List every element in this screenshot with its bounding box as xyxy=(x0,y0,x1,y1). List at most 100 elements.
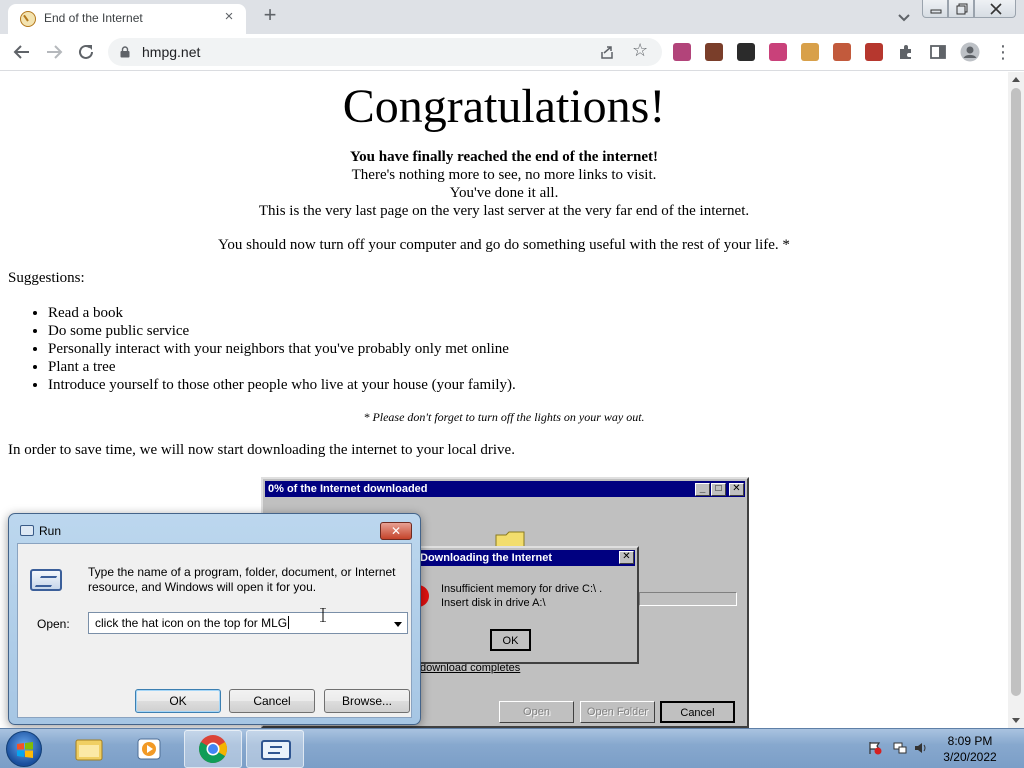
download-open-folder-button[interactable]: Open Folder xyxy=(580,701,655,723)
extension-portrait-1-icon[interactable] xyxy=(673,43,691,61)
taskbar-run[interactable] xyxy=(246,730,304,768)
close-icon xyxy=(990,3,1002,15)
start-button[interactable] xyxy=(6,731,42,767)
volume-icon[interactable] xyxy=(914,741,928,755)
download-maximize-button[interactable]: □ xyxy=(711,483,726,496)
error-dialog: Downloading the Internet ✕ Insufficient … xyxy=(410,546,639,664)
media-player-icon xyxy=(137,738,161,760)
restore-icon xyxy=(956,3,968,15)
nothing-more-line: There's nothing more to see, no more lin… xyxy=(351,167,657,183)
list-item: Introduce yourself to those other people… xyxy=(48,376,516,394)
turn-off-line: You should now turn off your computer an… xyxy=(218,237,790,253)
hat-extension-icon[interactable] xyxy=(737,43,755,61)
browser-toolbar: hmpg.net ☆ ⋮ xyxy=(0,34,1024,71)
run-program-icon xyxy=(261,740,291,760)
restore-window-button[interactable] xyxy=(948,0,974,18)
extension-portrait-3-icon[interactable] xyxy=(833,43,851,61)
window-controls xyxy=(922,0,1016,18)
back-arrow-icon[interactable] xyxy=(9,39,35,65)
share-icon[interactable] xyxy=(598,43,616,61)
extension-splat-icon[interactable] xyxy=(769,43,787,61)
error-ok-button[interactable]: OK xyxy=(490,629,531,651)
tab-search-chevron-icon[interactable] xyxy=(893,6,915,28)
download-minimize-button[interactable]: _ xyxy=(695,483,710,496)
compass-favicon-icon xyxy=(20,11,36,27)
extension-portrait-2-icon[interactable] xyxy=(705,43,723,61)
error-message-line2: Insert disk in drive A:\ xyxy=(441,597,546,609)
system-clock[interactable]: 8:09 PM 3/20/2022 xyxy=(930,733,1010,765)
scroll-thumb[interactable] xyxy=(1011,88,1021,696)
run-dialog-title: Run xyxy=(39,524,62,538)
error-message-line1: Insufficient memory for drive C:\ . xyxy=(441,583,603,595)
text-caret xyxy=(288,616,290,629)
forward-arrow-icon[interactable] xyxy=(41,39,67,65)
url-text: hmpg.net xyxy=(142,44,201,60)
run-browse-button[interactable]: Browse... xyxy=(324,689,410,713)
address-bar[interactable]: hmpg.net ☆ xyxy=(108,38,662,66)
side-panel-icon[interactable] xyxy=(929,43,947,61)
taskbar: 8:09 PM 3/20/2022 xyxy=(0,728,1024,768)
footnote: * Please don't forget to turn off the li… xyxy=(363,410,645,424)
chrome-icon xyxy=(199,735,227,763)
last-page-line: This is the very last page on the very l… xyxy=(258,203,750,219)
run-cancel-button[interactable]: Cancel xyxy=(229,689,315,713)
suggestions-list: Read a book Do some public service Perso… xyxy=(48,304,516,394)
browser-menu-icon[interactable]: ⋮ xyxy=(994,41,1012,63)
done-it-all-line: You've done it all. xyxy=(449,185,559,201)
download-progress-bar xyxy=(639,592,737,606)
browser-tab[interactable]: End of the Internet × xyxy=(8,4,246,34)
extension-doge-icon[interactable] xyxy=(801,43,819,61)
minimize-window-button[interactable] xyxy=(922,0,948,18)
tab-close-icon[interactable]: × xyxy=(220,8,238,26)
page-heading: Congratulations! xyxy=(342,80,666,133)
network-icon[interactable] xyxy=(893,741,907,755)
clock-date: 3/20/2022 xyxy=(943,750,997,764)
lock-icon[interactable] xyxy=(120,46,130,58)
bookmark-star-icon[interactable]: ☆ xyxy=(632,40,648,61)
profile-avatar-icon[interactable] xyxy=(960,42,980,62)
download-window-title: 0% of the Internet downloaded xyxy=(265,481,745,497)
close-window-button[interactable] xyxy=(974,0,1016,18)
dropdown-arrow-icon[interactable] xyxy=(394,622,402,627)
extensions-puzzle-icon[interactable] xyxy=(897,43,915,61)
run-dialog: Run ✕ Type the name of a program, folder… xyxy=(8,513,421,725)
new-tab-button[interactable]: + xyxy=(258,4,282,28)
folder-icon xyxy=(75,739,103,761)
run-command-input[interactable]: click the hat icon on the top for MLG xyxy=(88,612,408,634)
extension-cake-icon[interactable] xyxy=(865,43,883,61)
run-open-label: Open: xyxy=(37,617,70,631)
error-close-button[interactable]: ✕ xyxy=(619,551,634,564)
list-item: Read a book xyxy=(48,304,516,322)
run-close-button[interactable]: ✕ xyxy=(380,522,412,540)
text-cursor-icon xyxy=(320,608,326,622)
run-input-value: click the hat icon on the top for MLG xyxy=(95,616,290,630)
download-close-button[interactable]: ✕ xyxy=(729,483,744,496)
taskbar-explorer[interactable] xyxy=(60,730,118,768)
run-ok-button[interactable]: OK xyxy=(135,689,221,713)
download-open-button[interactable]: Open xyxy=(499,701,574,723)
tab-title: End of the Internet xyxy=(44,11,143,25)
scroll-up-icon[interactable] xyxy=(1012,77,1020,82)
tab-strip: End of the Internet × + xyxy=(0,0,1024,34)
clock-time: 8:09 PM xyxy=(947,734,993,748)
windows-logo-icon xyxy=(17,742,33,758)
download-cancel-button[interactable]: Cancel xyxy=(660,701,735,723)
error-dialog-title: Downloading the Internet xyxy=(414,550,635,566)
page-scrollbar[interactable] xyxy=(1008,72,1024,728)
list-item: Plant a tree xyxy=(48,358,516,376)
end-reached-line: You have finally reached the end of the … xyxy=(349,149,659,165)
taskbar-chrome[interactable] xyxy=(184,730,242,768)
download-notice: In order to save time, we will now start… xyxy=(8,442,515,458)
run-title-icon xyxy=(20,525,34,536)
list-item: Do some public service xyxy=(48,322,516,340)
run-input-text: click the hat icon on the top for MLG xyxy=(95,616,288,630)
scroll-down-icon[interactable] xyxy=(1012,718,1020,723)
run-dialog-body: Type the name of a program, folder, docu… xyxy=(17,543,412,718)
minimize-icon xyxy=(930,9,942,14)
reload-icon[interactable] xyxy=(73,39,99,65)
action-center-flag-icon[interactable] xyxy=(868,741,882,755)
run-program-icon xyxy=(30,569,62,591)
list-item: Personally interact with your neighbors … xyxy=(48,340,516,358)
taskbar-media-player[interactable] xyxy=(121,730,179,768)
run-description: Type the name of a program, folder, docu… xyxy=(88,565,396,594)
